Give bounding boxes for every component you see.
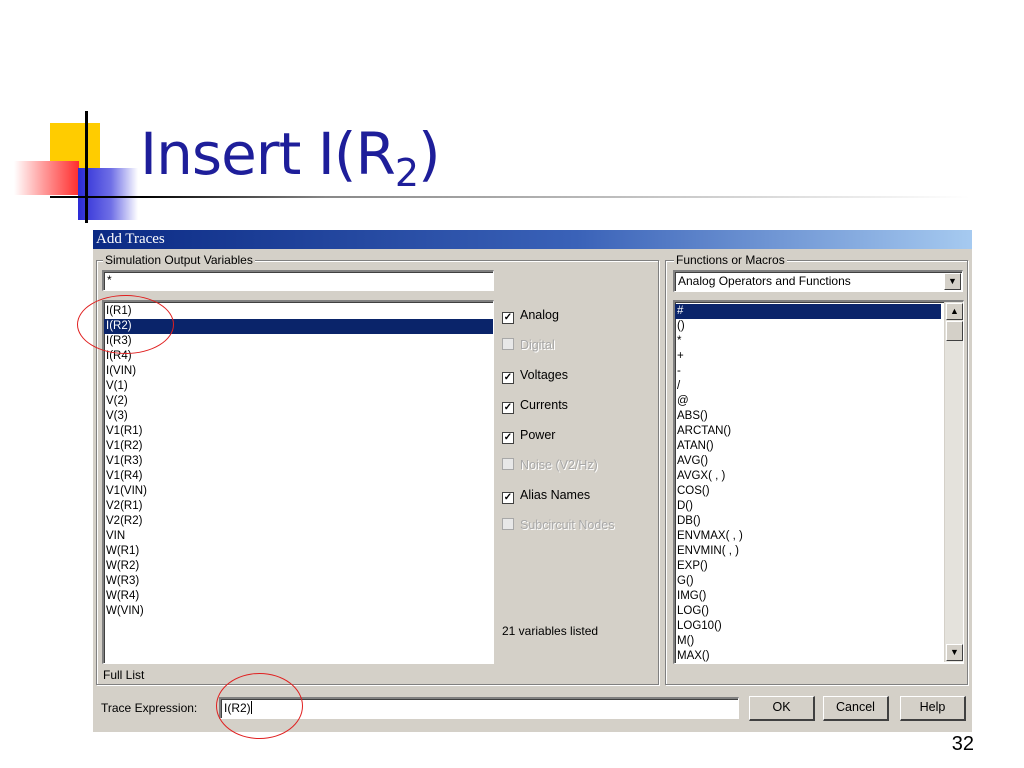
help-button[interactable]: Help xyxy=(900,696,966,721)
function-item[interactable]: AVGX( , ) xyxy=(675,469,941,484)
function-item[interactable]: EXP() xyxy=(675,559,941,574)
title-text: Insert I(R xyxy=(140,120,396,188)
variables-count: 21 variables listed xyxy=(502,624,599,638)
sim-output-group-label: Simulation Output Variables xyxy=(103,253,255,267)
function-item[interactable]: * xyxy=(675,334,941,349)
ok-button[interactable]: OK xyxy=(749,696,815,721)
checkbox-alias-names[interactable]: ✓ Alias Names xyxy=(502,488,652,518)
checkbox-label: Power xyxy=(520,428,556,442)
variable-item[interactable]: W(R2) xyxy=(104,559,493,574)
scroll-up-icon[interactable]: ▲ xyxy=(946,303,963,320)
function-item[interactable]: ENVMAX( , ) xyxy=(675,529,941,544)
checkbox-box[interactable]: ✓ xyxy=(502,432,514,444)
checkbox-voltages[interactable]: ✓ Voltages xyxy=(502,368,652,398)
cancel-button[interactable]: Cancel xyxy=(823,696,889,721)
filter-input[interactable]: * xyxy=(102,270,494,291)
decor-red-gradient xyxy=(14,161,79,195)
functions-scrollbar[interactable]: ▲ ▼ xyxy=(944,302,963,662)
function-item[interactable]: ENVMIN( , ) xyxy=(675,544,941,559)
variable-item[interactable]: VIN xyxy=(104,529,493,544)
function-item[interactable]: ATAN() xyxy=(675,439,941,454)
dialog-title: Add Traces xyxy=(96,231,165,247)
functions-list[interactable]: #() * + - / @ ABS() ARCTAN() ATAN() AVG() AVGX( , … xyxy=(673,300,964,664)
checkbox-label: Voltages xyxy=(520,368,568,382)
variable-item[interactable]: V1(R3) xyxy=(104,454,493,469)
function-item[interactable]: LOG10() xyxy=(675,619,941,634)
function-item[interactable]: MAX() xyxy=(675,649,941,663)
checkbox-label: Digital xyxy=(520,338,555,352)
function-item[interactable]: - xyxy=(675,364,941,379)
filter-checkboxes: ✓ Analog Digital ✓ Voltages ✓ Currents ✓ Power No… xyxy=(502,308,652,548)
annotation-oval-expression xyxy=(216,673,303,739)
function-item[interactable]: ARCTAN() xyxy=(675,424,941,439)
checkbox-box xyxy=(502,338,514,350)
function-item[interactable]: M() xyxy=(675,634,941,649)
add-traces-dialog: Add Traces Simulation Output Variables *… xyxy=(93,230,972,732)
function-item[interactable]: @ xyxy=(675,394,941,409)
variable-item[interactable]: V2(R2) xyxy=(104,514,493,529)
checkbox-digital: Digital xyxy=(502,338,652,368)
variables-list[interactable]: I(R1) I(R2) I(R3) I(R4) I(VIN) V(1) V(2) V(3) V1… xyxy=(102,300,494,664)
title-suffix: ) xyxy=(418,120,441,188)
checkbox-box[interactable]: ✓ xyxy=(502,402,514,414)
functions-group-label: Functions or Macros xyxy=(674,253,787,267)
slide-title: Insert I(R2) xyxy=(140,120,441,195)
variable-item[interactable]: V1(VIN) xyxy=(104,484,493,499)
function-item[interactable]: AVG() xyxy=(675,454,941,469)
function-item[interactable]: COS() xyxy=(675,484,941,499)
checkbox-subcircuit-nodes: Subcircuit Nodes xyxy=(502,518,652,548)
checkbox-box[interactable]: ✓ xyxy=(502,492,514,504)
function-item[interactable]: DB() xyxy=(675,514,941,529)
checkbox-box xyxy=(502,458,514,470)
chevron-down-icon[interactable]: ▼ xyxy=(944,273,961,290)
function-item[interactable]: ABS() xyxy=(675,409,941,424)
checkbox-box xyxy=(502,518,514,530)
decor-vertical-line xyxy=(85,111,88,223)
decor-horizontal-line xyxy=(50,196,970,198)
checkbox-noise-v2-hz: Noise (V2/Hz) xyxy=(502,458,652,488)
variable-item[interactable]: V1(R2) xyxy=(104,439,493,454)
function-item[interactable]: + xyxy=(675,349,941,364)
function-item[interactable]: IMG() xyxy=(675,589,941,604)
page-number: 32 xyxy=(951,733,974,755)
checkbox-label: Analog xyxy=(520,308,559,322)
scroll-thumb[interactable] xyxy=(946,321,963,341)
checkbox-label: Noise (V2/Hz) xyxy=(520,458,598,472)
checkbox-label: Currents xyxy=(520,398,568,412)
function-item[interactable]: D() xyxy=(675,499,941,514)
title-subscript: 2 xyxy=(394,151,419,195)
scroll-down-icon[interactable]: ▼ xyxy=(946,644,963,661)
variable-item[interactable]: V(1) xyxy=(104,379,493,394)
trace-expression-label: Trace Expression: xyxy=(101,701,198,715)
checkbox-box[interactable]: ✓ xyxy=(502,372,514,384)
variable-item[interactable]: V(2) xyxy=(104,394,493,409)
functions-dropdown-value: Analog Operators and Functions xyxy=(678,274,851,288)
full-list-label: Full List xyxy=(103,668,145,682)
function-item[interactable]: LOG() xyxy=(675,604,941,619)
variable-item[interactable]: V2(R1) xyxy=(104,499,493,514)
checkbox-power[interactable]: ✓ Power xyxy=(502,428,652,458)
function-item[interactable]: () xyxy=(675,319,941,334)
variable-item[interactable]: W(R3) xyxy=(104,574,493,589)
checkbox-analog[interactable]: ✓ Analog xyxy=(502,308,652,338)
annotation-oval-list xyxy=(77,295,174,354)
dialog-titlebar[interactable]: Add Traces xyxy=(93,230,972,249)
variable-item[interactable]: V(3) xyxy=(104,409,493,424)
checkbox-currents[interactable]: ✓ Currents xyxy=(502,398,652,428)
functions-dropdown[interactable]: Analog Operators and Functions ▼ xyxy=(673,270,963,292)
variable-item[interactable]: V1(R4) xyxy=(104,469,493,484)
function-item[interactable]: G() xyxy=(675,574,941,589)
variable-item[interactable]: V1(R1) xyxy=(104,424,493,439)
checkbox-label: Alias Names xyxy=(520,488,591,502)
checkbox-label: Subcircuit Nodes xyxy=(520,518,615,532)
function-item[interactable]: # xyxy=(675,304,941,319)
function-item[interactable]: / xyxy=(675,379,941,394)
checkbox-box[interactable]: ✓ xyxy=(502,312,514,324)
variable-item[interactable]: W(VIN) xyxy=(104,604,493,619)
variable-item[interactable]: W(R1) xyxy=(104,544,493,559)
variable-item[interactable]: I(VIN) xyxy=(104,364,493,379)
variable-item[interactable]: W(R4) xyxy=(104,589,493,604)
variable-item[interactable]: I(R4) xyxy=(104,349,493,364)
